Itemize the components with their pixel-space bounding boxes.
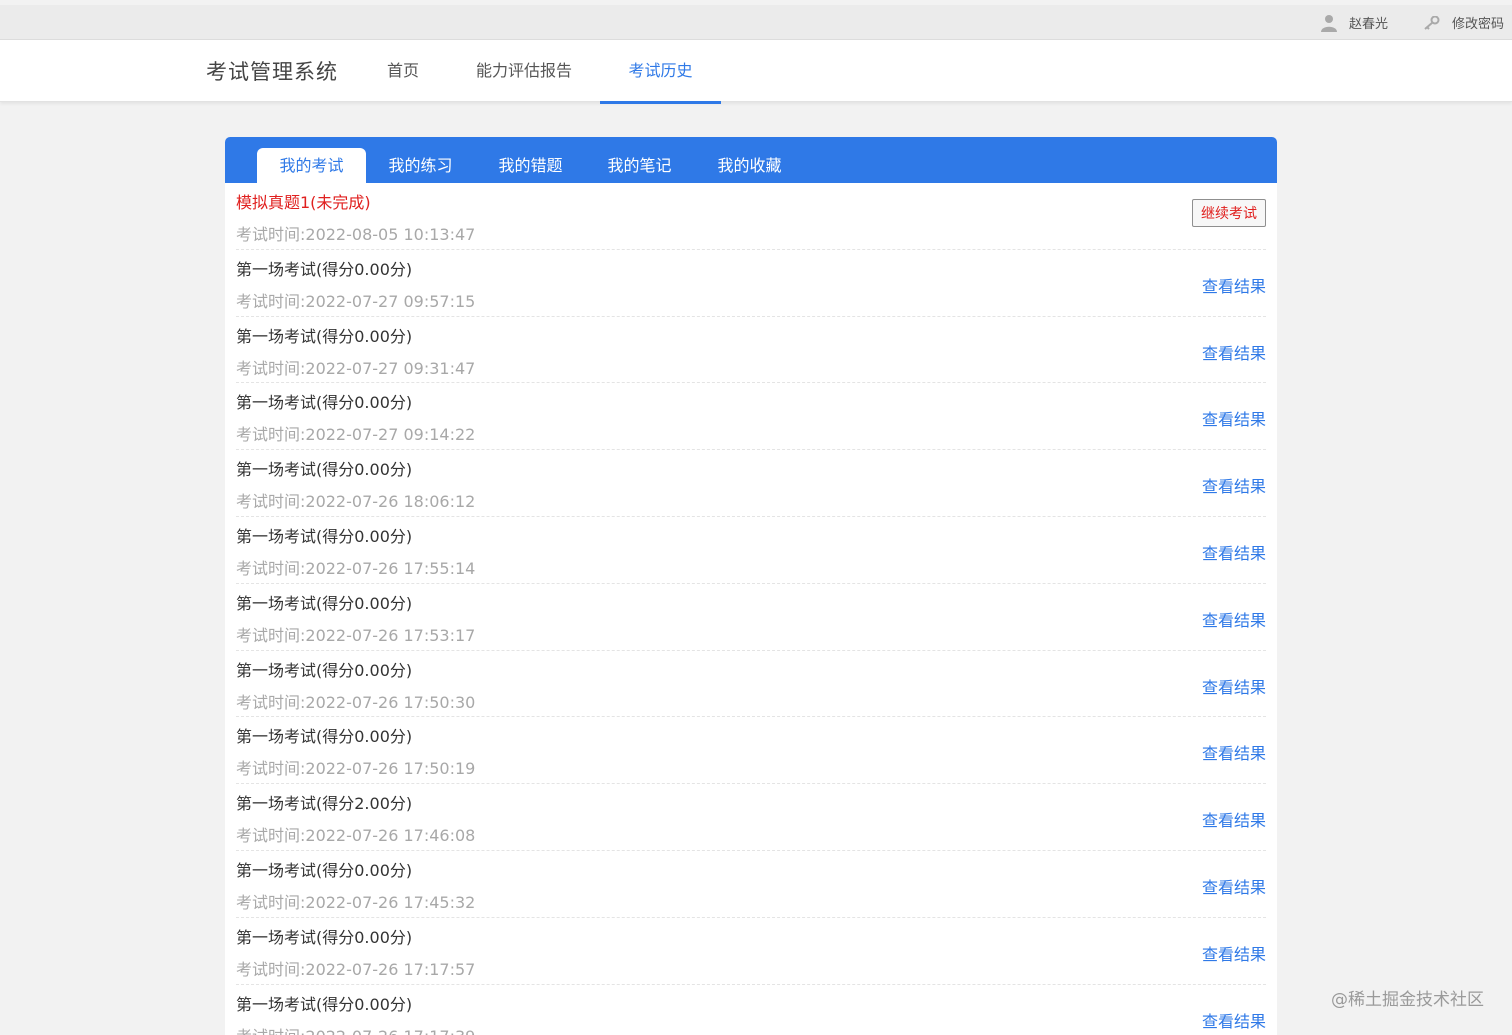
exam-title: 第一场考试(得分0.00分) (236, 259, 413, 279)
exam-title: 第一场考试(得分0.00分) (236, 393, 413, 413)
tab-bar: 我的考试 我的练习 我的错题 我的笔记 我的收藏 (225, 137, 1277, 183)
exam-title: 第一场考试(得分0.00分) (236, 526, 413, 546)
exam-row: 第一场考试(得分0.00分) 考试时间:2022-07-26 18:06:12 … (236, 450, 1266, 517)
exam-time: 考试时间:2022-08-05 10:13:47 (236, 225, 476, 244)
change-password-label: 修改密码 (1451, 17, 1504, 32)
watermark-text: @稀土掘金技术社区 (1331, 990, 1484, 1010)
main-header: 考试管理系统 首页 能力评估报告 考试历史 (0, 40, 1512, 104)
view-result-link[interactable]: 查看结果 (1202, 540, 1266, 564)
tab-my-favorites[interactable]: 我的收藏 (695, 148, 804, 183)
exam-time: 考试时间:2022-07-26 17:55:14 (236, 558, 476, 578)
view-result-link[interactable]: 查看结果 (1202, 807, 1266, 831)
top-strip: 赵春光 修改密码 (0, 5, 1512, 40)
exam-history-panel: 我的考试 我的练习 我的错题 我的笔记 我的收藏 模拟真题1(未完成) 考试时间… (225, 137, 1277, 1035)
exam-row: 第一场考试(得分0.00分) 考试时间:2022-07-27 09:14:22 … (236, 383, 1266, 451)
user-area: 赵春光 修改密码 (1285, 5, 1504, 40)
exam-title: 第一场考试(得分2.00分) (236, 794, 413, 814)
tab-my-practice[interactable]: 我的练习 (366, 148, 475, 183)
view-result-link[interactable]: 查看结果 (1202, 874, 1266, 898)
person-icon (1320, 14, 1337, 32)
nav-home[interactable]: 首页 (371, 40, 435, 102)
nav-ability-report[interactable]: 能力评估报告 (459, 40, 589, 102)
exam-title: 第一场考试(得分0.00分) (236, 326, 413, 346)
view-result-link[interactable]: 查看结果 (1202, 1008, 1266, 1032)
exam-time: 考试时间:2022-07-27 09:31:47 (236, 358, 476, 378)
exam-row: 模拟真题1(未完成) 考试时间:2022-08-05 10:13:47 继续考试 (236, 183, 1266, 250)
view-result-link[interactable]: 查看结果 (1202, 740, 1266, 764)
exam-title: 第一场考试(得分0.00分) (236, 593, 413, 613)
exam-time: 考试时间:2022-07-26 17:17:39 (236, 1023, 475, 1035)
brand-title: 考试管理系统 (206, 60, 338, 84)
view-result-link[interactable]: 查看结果 (1202, 473, 1266, 497)
view-result-link[interactable]: 查看结果 (1202, 406, 1266, 430)
tab-my-exams[interactable]: 我的考试 (257, 148, 366, 183)
exam-time: 考试时间:2022-07-26 17:45:32 (236, 892, 476, 912)
exam-row: 第一场考试(得分2.00分) 考试时间:2022-07-26 17:46:08 … (236, 784, 1266, 851)
exam-time: 考试时间:2022-07-27 09:57:15 (236, 291, 476, 311)
view-result-link[interactable]: 查看结果 (1202, 674, 1266, 698)
tab-my-mistakes[interactable]: 我的错题 (476, 148, 585, 183)
exam-time: 考试时间:2022-07-26 17:50:19 (236, 759, 476, 779)
view-result-link[interactable]: 查看结果 (1202, 273, 1266, 297)
exam-time: 考试时间:2022-07-27 09:14:22 (236, 425, 476, 445)
exam-title: 第一场考试(得分0.00分) (236, 994, 413, 1014)
view-result-link[interactable]: 查看结果 (1202, 941, 1266, 965)
exam-row: 第一场考试(得分0.00分) 考试时间:2022-07-26 17:17:57 … (236, 918, 1266, 985)
exam-title: 第一场考试(得分0.00分) (236, 860, 413, 880)
change-password-link[interactable]: 修改密码 (1424, 13, 1504, 32)
exam-time: 考试时间:2022-07-26 17:17:57 (236, 959, 476, 979)
view-result-link[interactable]: 查看结果 (1202, 340, 1266, 364)
exam-row: 第一场考试(得分0.00分) 考试时间:2022-07-26 17:17:39 … (236, 985, 1266, 1035)
exam-row: 第一场考试(得分0.00分) 考试时间:2022-07-26 17:55:14 … (236, 517, 1266, 584)
exam-row: 第一场考试(得分0.00分) 考试时间:2022-07-26 17:50:19 … (236, 717, 1266, 785)
exam-time: 考试时间:2022-07-26 17:53:17 (236, 625, 476, 645)
exam-title: 第一场考试(得分0.00分) (236, 927, 413, 947)
exam-row: 第一场考试(得分0.00分) 考试时间:2022-07-27 09:57:15 … (236, 250, 1266, 317)
user-profile-link[interactable]: 赵春光 (1320, 13, 1388, 32)
exam-list: 模拟真题1(未完成) 考试时间:2022-08-05 10:13:47 继续考试… (225, 183, 1277, 1035)
exam-time: 考试时间:2022-07-26 17:46:08 (236, 826, 476, 846)
nav-exam-history[interactable]: 考试历史 (600, 40, 721, 104)
exam-row: 第一场考试(得分0.00分) 考试时间:2022-07-26 17:45:32 … (236, 851, 1266, 918)
continue-exam-button[interactable]: 继续考试 (1192, 199, 1266, 227)
exam-title: 第一场考试(得分0.00分) (236, 460, 413, 480)
username: 赵春光 (1348, 17, 1388, 32)
tab-my-notes[interactable]: 我的笔记 (585, 148, 694, 183)
exam-time: 考试时间:2022-07-26 18:06:12 (236, 492, 476, 512)
view-result-link[interactable]: 查看结果 (1202, 607, 1266, 631)
exam-time: 考试时间:2022-07-26 17:50:30 (236, 692, 476, 712)
exam-row: 第一场考试(得分0.00分) 考试时间:2022-07-27 09:31:47 … (236, 317, 1266, 384)
exam-title: 模拟真题1(未完成) (236, 193, 371, 212)
exam-row: 第一场考试(得分0.00分) 考试时间:2022-07-26 17:53:17 … (236, 584, 1266, 651)
key-icon (1424, 15, 1440, 30)
exam-title: 第一场考试(得分0.00分) (236, 727, 413, 747)
exam-title: 第一场考试(得分0.00分) (236, 660, 413, 680)
exam-row: 第一场考试(得分0.00分) 考试时间:2022-07-26 17:50:30 … (236, 651, 1266, 718)
